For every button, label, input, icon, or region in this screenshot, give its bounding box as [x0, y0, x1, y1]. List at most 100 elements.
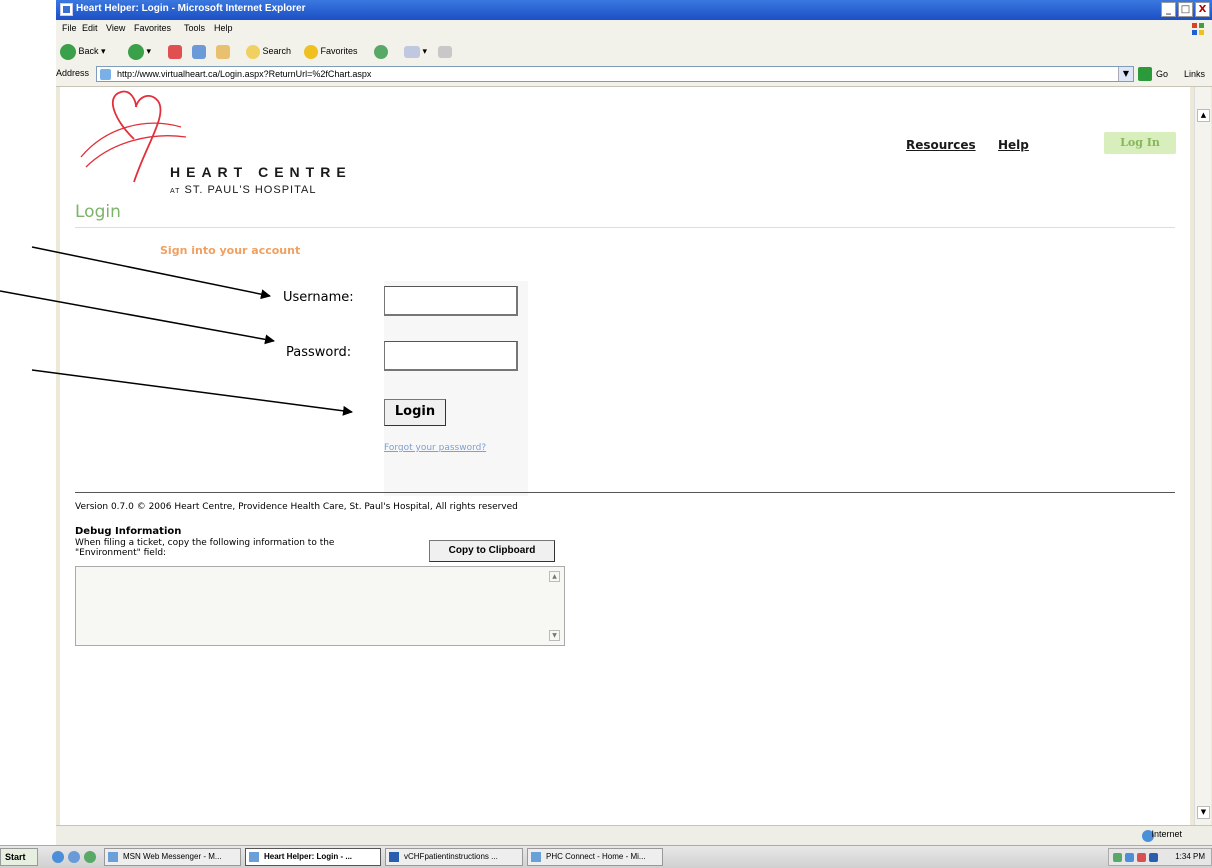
task-ie-icon	[531, 852, 541, 862]
history-icon	[374, 44, 388, 59]
task-label: PHC Connect - Home - Mi...	[546, 852, 646, 861]
brand-at: AT	[170, 188, 181, 195]
footer-divider	[75, 492, 1175, 493]
menu-bar: File Edit View Favorites Tools Help	[56, 20, 1212, 39]
menu-help[interactable]: Help	[214, 23, 233, 33]
favorites-label: Favorites	[320, 46, 358, 56]
print-icon	[438, 45, 452, 58]
back-button[interactable]: Back ▾	[60, 42, 106, 60]
debug-textarea[interactable]: ▲ ▼	[75, 566, 565, 646]
forgot-password-link[interactable]: Forgot your password?	[384, 443, 486, 453]
menu-view[interactable]: View	[106, 23, 125, 33]
debug-title: Debug Information	[75, 526, 182, 537]
menu-file[interactable]: File	[62, 23, 77, 33]
tray-icon-1[interactable]	[1113, 853, 1122, 862]
brand-hospital: ST. PAUL'S HOSPITAL	[184, 184, 317, 196]
maximize-button[interactable]: □	[1178, 2, 1193, 17]
quicklaunch-media-icon[interactable]	[84, 851, 96, 863]
address-url: http://www.virtualheart.ca/Login.aspx?Re…	[117, 69, 372, 79]
task-label: vCHFpatientinstructions ...	[404, 852, 498, 861]
page-title: Login	[75, 202, 121, 222]
mail-button[interactable]: ▾	[404, 42, 427, 60]
menu-edit[interactable]: Edit	[82, 23, 98, 33]
quicklaunch-ie-icon[interactable]	[52, 851, 64, 863]
home-icon	[216, 44, 230, 59]
debug-instructions: When filing a ticket, copy the following…	[75, 538, 335, 558]
toolbar: Back ▾ ▾ Search Favorites ▾	[56, 38, 1212, 65]
start-button[interactable]: Start	[0, 848, 38, 866]
nav-login-button[interactable]: Log In	[1104, 132, 1176, 154]
address-label: Address	[56, 68, 90, 78]
page-icon	[100, 69, 111, 80]
refresh-button[interactable]	[192, 42, 206, 60]
task-ie-icon	[108, 852, 118, 862]
username-input[interactable]	[384, 286, 518, 316]
links-button[interactable]: Links	[1184, 69, 1205, 79]
system-tray: 1:34 PM	[1108, 848, 1212, 866]
status-bar: Internet	[56, 825, 1212, 846]
back-arrow-icon	[60, 43, 76, 60]
task-ie-icon	[249, 852, 259, 862]
debug-scroll-down-icon[interactable]: ▼	[549, 630, 560, 641]
debug-scroll-up-icon[interactable]: ▲	[549, 571, 560, 582]
clock: 1:34 PM	[1175, 852, 1205, 861]
scroll-up-icon[interactable]: ▲	[1197, 109, 1210, 122]
address-input[interactable]: http://www.virtualheart.ca/Login.aspx?Re…	[96, 66, 1134, 82]
refresh-icon	[192, 44, 206, 59]
close-button[interactable]: X	[1195, 2, 1210, 17]
task-heart-helper[interactable]: Heart Helper: Login - ...	[245, 848, 381, 866]
task-word-icon	[389, 852, 399, 862]
task-msn-messenger[interactable]: MSN Web Messenger - M...	[104, 848, 241, 866]
quicklaunch-desktop-icon[interactable]	[68, 851, 80, 863]
nav-resources-link[interactable]: Resources	[906, 138, 976, 152]
password-input[interactable]	[384, 341, 518, 371]
task-label: MSN Web Messenger - M...	[123, 852, 222, 861]
version-text: Version 0.7.0 © 2006 Heart Centre, Provi…	[75, 502, 518, 512]
stop-icon	[168, 44, 182, 59]
tray-icon-4[interactable]	[1149, 853, 1158, 862]
go-button[interactable]: Go	[1156, 69, 1168, 79]
window-controls: _ □ X	[1161, 2, 1210, 17]
go-arrow-icon[interactable]	[1138, 67, 1152, 81]
taskbar: Start MSN Web Messenger - M... Heart Hel…	[0, 845, 1212, 868]
mail-icon	[404, 45, 420, 58]
history-button[interactable]	[374, 42, 388, 60]
minimize-button[interactable]: _	[1161, 2, 1176, 17]
security-zone: Internet	[1151, 829, 1182, 839]
address-bar: Address http://www.virtualheart.ca/Login…	[56, 64, 1212, 87]
task-phc-connect[interactable]: PHC Connect - Home - Mi...	[527, 848, 663, 866]
stop-button[interactable]	[168, 42, 182, 60]
address-dropdown-icon[interactable]: ▼	[1118, 67, 1133, 81]
forward-button[interactable]: ▾	[128, 42, 151, 60]
nav-help-link[interactable]: Help	[998, 138, 1029, 152]
copy-to-clipboard-button[interactable]: Copy to Clipboard	[429, 540, 555, 562]
search-button[interactable]: Search	[246, 42, 291, 60]
menu-tools[interactable]: Tools	[184, 23, 205, 33]
menu-favorites[interactable]: Favorites	[134, 23, 171, 33]
search-label: Search	[262, 46, 292, 56]
login-button[interactable]: Login	[384, 399, 446, 426]
back-label: Back	[78, 46, 99, 56]
search-icon	[246, 44, 260, 59]
title-divider	[75, 227, 1175, 228]
favorites-button[interactable]: Favorites	[304, 42, 358, 60]
page-scrollbar[interactable]: ▲ ▼	[1194, 87, 1211, 825]
ie-app-icon	[60, 3, 73, 16]
browser-window: Heart Helper: Login - Microsoft Internet…	[56, 0, 1212, 846]
window-title: Heart Helper: Login - Microsoft Internet…	[76, 3, 306, 14]
scroll-down-icon[interactable]: ▼	[1197, 806, 1210, 819]
sign-in-subtitle: Sign into your account	[160, 244, 301, 257]
task-vchf-instructions[interactable]: vCHFpatientinstructions ...	[385, 848, 523, 866]
task-label: Heart Helper: Login - ...	[264, 852, 353, 861]
forward-arrow-icon	[128, 43, 144, 60]
home-button[interactable]	[216, 42, 230, 60]
tray-icon-3[interactable]	[1137, 853, 1146, 862]
tray-icon-2[interactable]	[1125, 853, 1134, 862]
print-button[interactable]	[438, 42, 452, 60]
brand-line-2: AT ST. PAUL'S HOSPITAL	[170, 184, 316, 196]
brand-line-1: HEART CENTRE	[170, 164, 352, 180]
windows-flag-icon	[1192, 23, 1204, 35]
title-bar: Heart Helper: Login - Microsoft Internet…	[56, 0, 1212, 20]
heart-centre-logo: HEART CENTRE AT ST. PAUL'S HOSPITAL	[76, 87, 366, 196]
page-content: HEART CENTRE AT ST. PAUL'S HOSPITAL Reso…	[60, 87, 1190, 825]
